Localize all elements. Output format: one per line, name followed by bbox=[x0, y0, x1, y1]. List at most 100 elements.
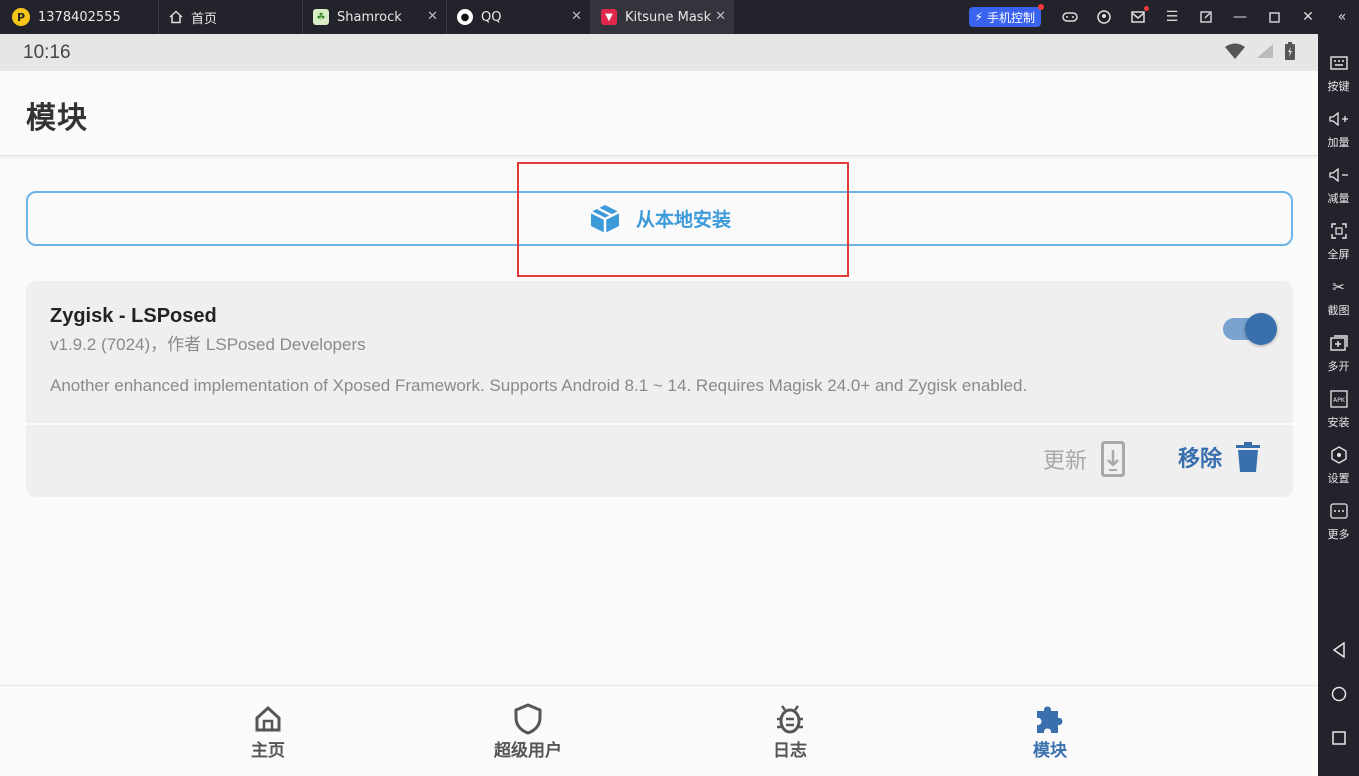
qq-app-icon: ● bbox=[457, 9, 473, 25]
scissors-icon: ✂ bbox=[1332, 278, 1345, 296]
bottom-navigation: 主页 超级用户 日志 模块 bbox=[0, 685, 1318, 776]
tab-shamrock[interactable]: ☘ Shamrock ✕ bbox=[302, 0, 446, 34]
tab-label: Shamrock bbox=[337, 9, 402, 25]
module-card: Zygisk - LSPosed v1.9.2 (7024)，作者 LSPose… bbox=[26, 281, 1293, 497]
android-home-button[interactable] bbox=[1318, 679, 1359, 709]
nav-label: 模块 bbox=[1033, 741, 1067, 761]
svg-text:APK: APK bbox=[1333, 397, 1346, 404]
home-circle-icon bbox=[1331, 686, 1346, 702]
nav-item-superuser[interactable]: 超级用户 bbox=[448, 686, 608, 776]
sidebar-label: 截图 bbox=[1327, 304, 1350, 317]
module-version: v1.9.2 (7024)，作者 LSPosed Developers bbox=[50, 335, 366, 354]
tab-qq[interactable]: ● QQ ✕ bbox=[446, 0, 590, 34]
settings-icon bbox=[1330, 446, 1347, 464]
puzzle-icon bbox=[1037, 706, 1063, 733]
android-recents-button[interactable] bbox=[1318, 723, 1359, 753]
remove-label: 移除 bbox=[1178, 447, 1223, 472]
mail-icon bbox=[1131, 11, 1145, 23]
nav-item-home[interactable]: 主页 bbox=[188, 686, 348, 776]
sidebar-item-more[interactable]: 更多 bbox=[1318, 500, 1359, 556]
collapse-sidebar-button[interactable]: « bbox=[1325, 0, 1359, 34]
account-id: 1378402555 bbox=[38, 9, 121, 25]
sidebar-label: 更多 bbox=[1327, 528, 1350, 541]
home-icon bbox=[169, 10, 183, 24]
notification-dot bbox=[1038, 4, 1044, 10]
toggle-knob bbox=[1245, 313, 1277, 345]
keyboard-icon bbox=[1329, 56, 1348, 70]
sidebar-item-keys[interactable]: 按键 bbox=[1318, 52, 1359, 108]
account-badge[interactable]: P 1378402555 bbox=[0, 0, 158, 34]
more-icon bbox=[1329, 503, 1348, 519]
sidebar-label: 全屏 bbox=[1327, 248, 1350, 261]
update-label: 更新 bbox=[1043, 449, 1088, 474]
close-window-button[interactable]: ✕ bbox=[1291, 0, 1325, 34]
home-icon bbox=[255, 705, 281, 732]
sidebar-item-install-apk[interactable]: APK 安装 bbox=[1318, 388, 1359, 444]
shamrock-app-icon: ☘ bbox=[313, 9, 329, 25]
phone-download-icon bbox=[1101, 441, 1126, 477]
sidebar-item-settings[interactable]: 设置 bbox=[1318, 444, 1359, 500]
volume-down-icon bbox=[1328, 168, 1348, 182]
android-screen: 10:16 模块 从本地安装 Zygisk - LSPosed v1.9.2 (… bbox=[0, 34, 1318, 776]
card-divider bbox=[26, 423, 1293, 425]
cellular-signal-icon bbox=[1257, 44, 1273, 58]
trash-icon bbox=[1236, 442, 1261, 472]
nav-label: 主页 bbox=[251, 741, 285, 761]
external-window-icon bbox=[1200, 11, 1212, 23]
module-name: Zygisk - LSPosed bbox=[50, 305, 217, 327]
mail-button[interactable] bbox=[1121, 0, 1155, 34]
emulator-sidebar: 按键 加量 减量 全屏 ✂ 截图 多开 APK 安装 设置 更多 bbox=[1318, 34, 1359, 776]
sidebar-item-multi-instance[interactable]: 多开 bbox=[1318, 332, 1359, 388]
menu-button[interactable]: ☰ bbox=[1155, 0, 1189, 34]
tab-label: Kitsune Mask bbox=[625, 9, 712, 25]
minimize-icon: — bbox=[1233, 9, 1247, 25]
maximize-icon bbox=[1268, 11, 1280, 23]
tab-label: 首页 bbox=[191, 11, 218, 27]
wifi-icon bbox=[1225, 43, 1245, 59]
remove-module-button[interactable]: 移除 bbox=[1178, 441, 1261, 473]
recents-square-icon bbox=[1331, 731, 1346, 745]
sidebar-item-volume-down[interactable]: 减量 bbox=[1318, 164, 1359, 220]
module-description: Another enhanced implementation of Xpose… bbox=[50, 376, 1028, 395]
lightning-icon: ⚡ bbox=[974, 10, 983, 24]
page-title: 模块 bbox=[26, 101, 88, 136]
nav-label: 日志 bbox=[773, 741, 807, 761]
gamepad-icon bbox=[1062, 12, 1078, 22]
update-module-button[interactable]: 更新 bbox=[1043, 441, 1126, 477]
module-enable-toggle[interactable] bbox=[1223, 313, 1277, 345]
close-icon[interactable]: ✕ bbox=[715, 9, 726, 24]
nav-item-modules[interactable]: 模块 bbox=[970, 686, 1130, 776]
gamepad-button[interactable] bbox=[1053, 0, 1087, 34]
status-time: 10:16 bbox=[23, 42, 71, 63]
volume-up-icon bbox=[1328, 112, 1348, 126]
multi-instance-icon bbox=[1329, 335, 1348, 351]
sidebar-item-volume-up[interactable]: 加量 bbox=[1318, 108, 1359, 164]
maximize-button[interactable] bbox=[1257, 0, 1291, 34]
android-back-button[interactable] bbox=[1318, 635, 1359, 665]
apk-install-icon: APK bbox=[1329, 390, 1348, 408]
sidebar-item-fullscreen[interactable]: 全屏 bbox=[1318, 220, 1359, 276]
restore-window-button[interactable] bbox=[1189, 0, 1223, 34]
sidebar-item-screenshot[interactable]: ✂ 截图 bbox=[1318, 276, 1359, 332]
sidebar-label: 按键 bbox=[1327, 80, 1350, 93]
sidebar-label: 设置 bbox=[1327, 472, 1350, 485]
nav-label: 超级用户 bbox=[494, 741, 562, 761]
double-chevron-left-icon: « bbox=[1337, 9, 1347, 25]
tab-home[interactable]: 首页 bbox=[158, 0, 302, 34]
notification-dot bbox=[1144, 6, 1149, 11]
highlight-annotation bbox=[517, 162, 849, 277]
shield-icon bbox=[514, 703, 542, 735]
close-icon[interactable]: ✕ bbox=[571, 9, 582, 24]
status-bar: 10:16 bbox=[0, 34, 1318, 71]
close-icon[interactable]: ✕ bbox=[427, 9, 438, 24]
tab-kitsune-mask[interactable]: ▼ Kitsune Mask ✕ bbox=[590, 0, 734, 34]
sidebar-label: 加量 bbox=[1327, 136, 1350, 149]
minimize-button[interactable]: — bbox=[1223, 0, 1257, 34]
sidebar-label: 多开 bbox=[1327, 360, 1350, 373]
back-triangle-icon bbox=[1332, 642, 1345, 658]
phone-control-button[interactable]: ⚡ 手机控制 bbox=[968, 4, 1044, 27]
sidebar-label: 安装 bbox=[1327, 416, 1350, 429]
menu-icon: ☰ bbox=[1165, 9, 1179, 25]
nav-item-logs[interactable]: 日志 bbox=[710, 686, 870, 776]
user-button[interactable] bbox=[1087, 0, 1121, 34]
